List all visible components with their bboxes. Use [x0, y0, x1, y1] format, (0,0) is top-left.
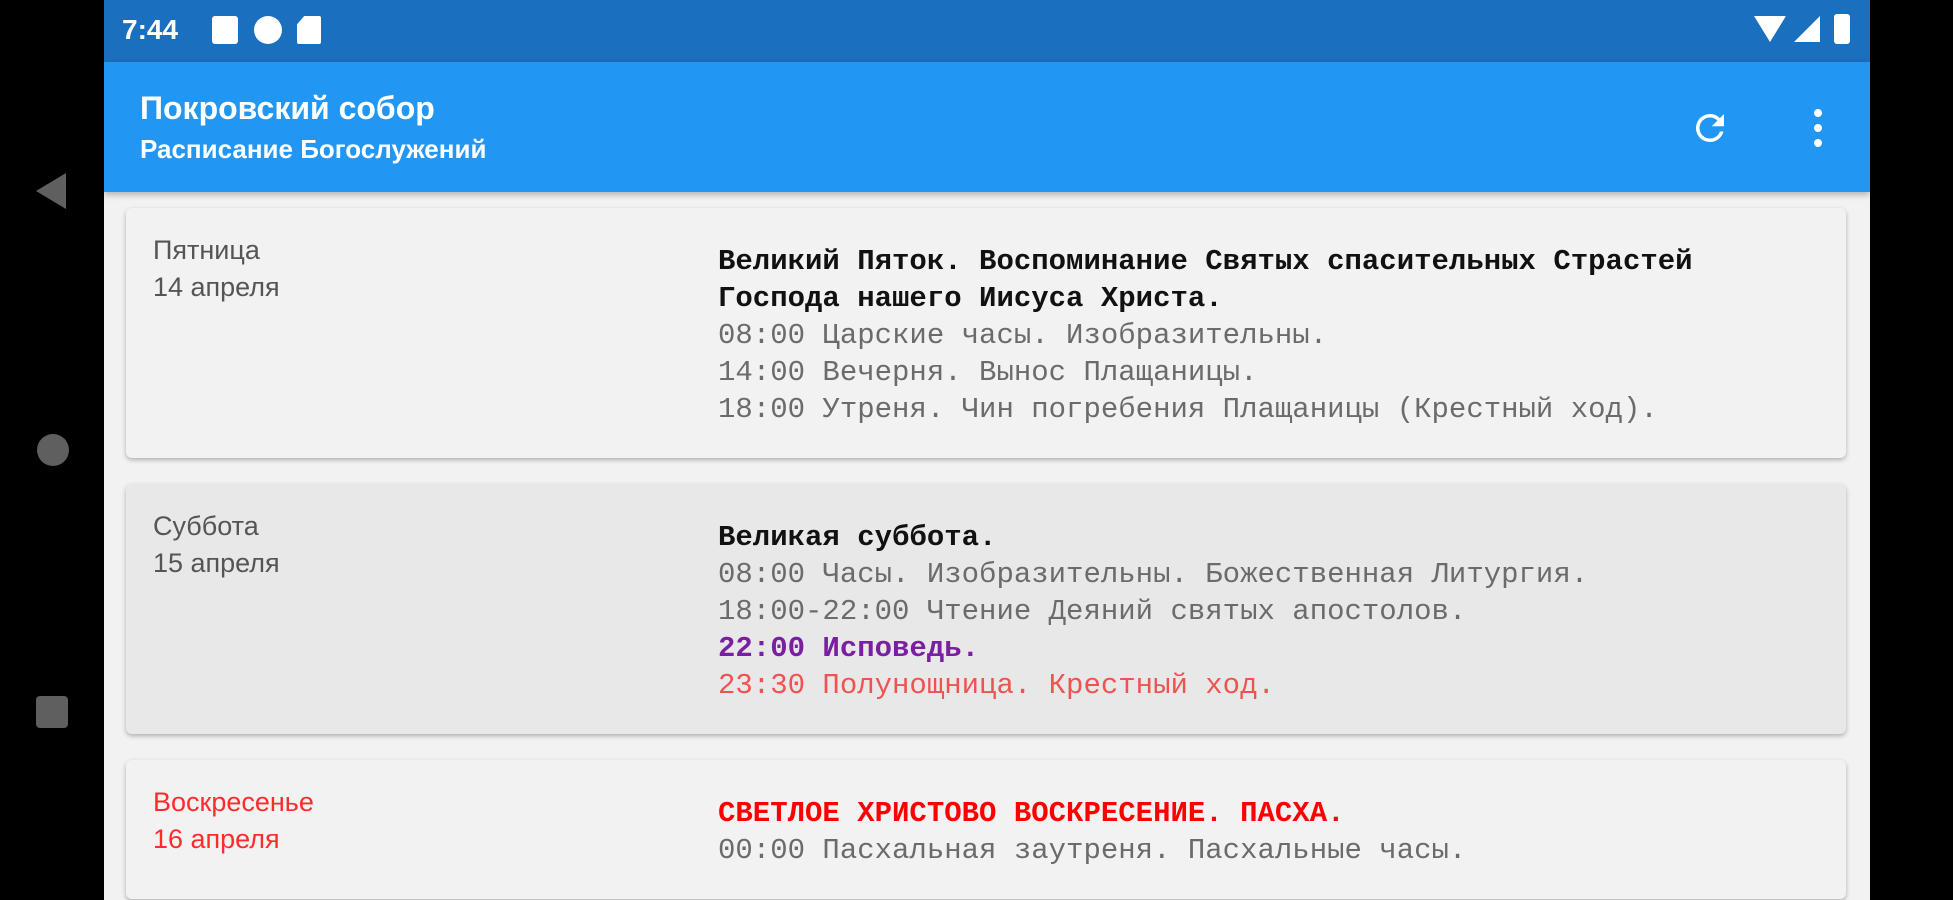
- notification-a-icon: [212, 16, 238, 44]
- home-icon[interactable]: [37, 434, 69, 466]
- refresh-icon[interactable]: [1684, 102, 1736, 154]
- notification-p-icon: [254, 16, 282, 44]
- event-line: 18:00 Утреня. Чин погребения Плащаницы (…: [718, 393, 1658, 426]
- day-label: Воскресенье 16 апреля: [153, 784, 314, 858]
- recents-icon[interactable]: [36, 696, 68, 728]
- weekday: Воскресенье: [153, 787, 314, 817]
- event-title: СВЕТЛОЕ ХРИСТОВО ВОСКРЕСЕНИЕ. ПАСХА.: [718, 797, 1345, 830]
- app-screen: 7:44 Покровский собор Расписание Богослу…: [104, 0, 1870, 900]
- toolbar-title: Покровский собор: [140, 90, 435, 126]
- events: СВЕТЛОЕ ХРИСТОВО ВОСКРЕСЕНИЕ. ПАСХА. 00:…: [718, 760, 1846, 899]
- day-label: Пятница 14 апреля: [153, 232, 280, 306]
- event-line: 08:00 Часы. Изобразительны. Божественная…: [718, 558, 1589, 591]
- app-toolbar: Покровский собор Расписание Богослужений: [104, 62, 1870, 192]
- event-title: Господа нашего Иисуса Христа.: [718, 282, 1223, 315]
- system-navigation-bar: [0, 0, 104, 900]
- event-title: Великий Пяток. Воспоминание Святых спаси…: [718, 245, 1693, 278]
- date: 14 апреля: [153, 272, 280, 302]
- more-vert-icon[interactable]: [1796, 102, 1840, 154]
- date: 15 апреля: [153, 548, 280, 578]
- wifi-icon: [1754, 16, 1786, 42]
- status-time: 7:44: [122, 14, 179, 45]
- event-line: 18:00-22:00 Чтение Деяний святых апостол…: [718, 595, 1467, 628]
- battery-icon: [1834, 14, 1850, 44]
- event-line: 08:00 Царские часы. Изобразительны.: [718, 319, 1328, 352]
- schedule-card-sunday[interactable]: Воскресенье 16 апреля СВЕТЛОЕ ХРИСТОВО В…: [126, 760, 1846, 899]
- event-line-procession: 23:30 Полунощница. Крестный ход.: [718, 669, 1275, 702]
- schedule-list: Пятница 14 апреля Великий Пяток. Воспоми…: [126, 208, 1846, 900]
- sd-card-icon: [297, 16, 321, 44]
- event-line: 00:00 Пасхальная заутреня. Пасхальные ча…: [718, 834, 1467, 867]
- event-line: 14:00 Вечерня. Вынос Плащаницы.: [718, 356, 1258, 389]
- status-bar: 7:44: [104, 0, 1870, 62]
- events: Великий Пяток. Воспоминание Святых спаси…: [718, 208, 1846, 458]
- events: Великая суббота. 08:00 Часы. Изобразител…: [718, 484, 1846, 734]
- date: 16 апреля: [153, 824, 280, 854]
- toolbar-subtitle: Расписание Богослужений: [140, 134, 487, 164]
- back-icon[interactable]: [36, 173, 66, 209]
- schedule-card-saturday[interactable]: Суббота 15 апреля Великая суббота. 08:00…: [126, 484, 1846, 734]
- day-label: Суббота 15 апреля: [153, 508, 280, 582]
- signal-icon: [1794, 16, 1820, 42]
- screen-edge: [1870, 0, 1953, 900]
- weekday: Пятница: [153, 235, 260, 265]
- weekday: Суббота: [153, 511, 259, 541]
- event-line-confession: 22:00 Исповедь.: [718, 632, 980, 665]
- schedule-card-friday[interactable]: Пятница 14 апреля Великий Пяток. Воспоми…: [126, 208, 1846, 458]
- event-title: Великая суббота.: [718, 521, 997, 554]
